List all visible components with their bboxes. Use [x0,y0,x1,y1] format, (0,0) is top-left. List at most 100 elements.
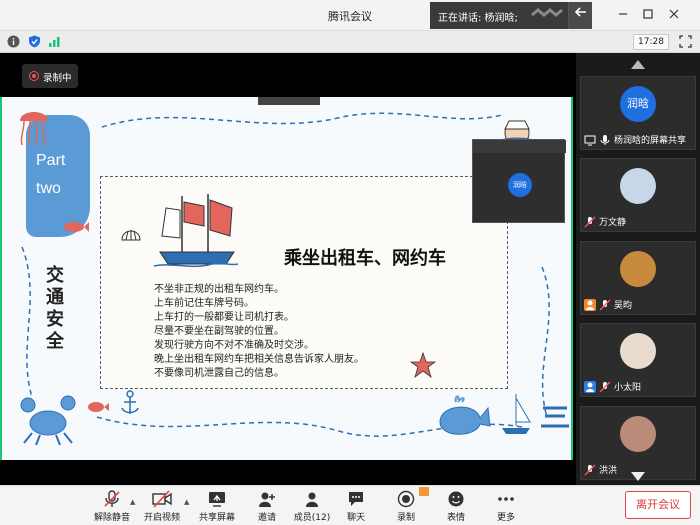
collapse-speaker-button[interactable] [568,2,592,29]
pip-header [473,140,566,153]
leave-meeting-button[interactable]: 离开会议 [625,491,691,519]
info-icon[interactable] [7,35,20,48]
voice-wave-icon [531,8,563,17]
sailboat-illustration [153,194,238,268]
participant-avatar [620,333,656,369]
slide-line: 不坐非正规的出租车网约车。 [154,284,284,295]
participant-avatar: 润晗 [620,86,656,122]
microphone-icon [600,134,610,145]
members-icon [306,492,318,507]
camera-off-icon [152,490,172,508]
participant-name: 小太阳 [614,383,642,393]
seashell-icon [121,230,141,241]
title-bar: 腾讯会议 正在讲话: 杨润晗; [0,0,700,31]
participant-name: 万文静 [599,218,627,228]
slide-line: 尽量不要坐在副驾驶的位置。 [154,326,284,337]
invite-label: 邀请 [257,513,276,523]
unmute-label: 解除静音 [93,513,130,523]
record-label: 录制 [396,513,415,523]
speaker-text: 正在讲话: 杨润晗; [438,13,518,24]
vertical-section-title: 交通安全 [46,265,64,352]
close-button[interactable] [669,9,679,19]
video-options-caret-icon[interactable]: ▲ [184,498,189,506]
signal-strength-icon[interactable] [48,35,61,48]
microphone-muted-icon [599,380,611,393]
participant-caption: 小太阳 [584,380,641,393]
participant-caption: 万文静 [584,215,626,228]
participant-name: 吴昀 [614,301,633,311]
fullscreen-icon[interactable] [679,35,692,48]
unmute-button[interactable]: 解除静音 [85,490,139,523]
slide-line: 不要像司机泄露自己的信息。 [154,368,284,379]
participant-avatar [620,251,656,287]
participant-tile[interactable]: 洪洪 [580,406,696,480]
reactions-label: 表情 [446,513,465,523]
record-active-badge [419,487,429,496]
microphone-muted-icon [599,298,611,311]
participant-caption: 洪洪 [584,463,617,476]
part-label-line1: Part [36,152,66,169]
more-label: 更多 [496,513,515,523]
meeting-toolbar: 解除静音 ▲ 开启视频 ▲ 共享屏幕 邀请 成员(12) 聊天 录制 表情 更多… [0,485,700,525]
participant-name: 杨润晗的屏幕共享 [614,136,687,146]
share-screen-button[interactable]: 共享屏幕 [190,490,244,523]
jellyfish-icon [20,112,48,146]
participant-tile[interactable]: 吴昀 [580,241,696,315]
screen-share-icon [584,135,596,145]
more-button[interactable]: 更多 [479,490,533,523]
user-badge-icon [584,380,596,393]
start-video-label: 开启视频 [143,513,180,523]
pip-avatar: 润晗 [508,173,532,197]
chat-button[interactable]: 聊天 [329,490,383,523]
whale-illustration [439,395,491,435]
scroll-up-arrow-icon[interactable] [631,60,645,69]
crab-illustration [20,395,76,446]
fish-icon [88,402,109,412]
participant-tile[interactable]: 小太阳 [580,323,696,397]
more-dots-icon [498,497,514,501]
meeting-window: 腾讯会议 正在讲话: 杨润晗; 17:28 录制中 Part two 交通安全 … [0,0,700,525]
user-badge-icon [584,298,596,311]
part-label: Part two [36,147,86,203]
lets-set-sail-text-art [541,406,569,428]
reactions-button[interactable]: 表情 [429,490,483,523]
microphone-muted-icon [584,215,596,228]
maximize-button[interactable] [643,9,653,19]
slide-line: 上车打的一般都要让司机打表。 [154,312,294,323]
participant-avatar [620,168,656,204]
speaker-video-thumbnail[interactable]: 润晗 [472,139,566,223]
participant-caption: 杨润晗的屏幕共享 [584,133,686,146]
slide-line: 上车前记住车牌号码。 [154,298,254,309]
participant-tile[interactable]: 润晗 杨润晗的屏幕共享 [580,76,696,150]
slide-line: 晚上坐出租车网约车把相关信息告诉家人朋友。 [154,354,364,365]
meeting-timer: 17:28 [633,34,669,50]
slide-bullet-list: 不坐非正规的出租车网约车。 上车前记住车牌号码。 上车打的一般都要让司机打表。 … [154,283,364,381]
add-user-icon [259,492,275,507]
microphone-muted-icon [104,490,120,507]
anchor-icon [121,390,139,414]
recording-label: 录制中 [43,73,72,84]
slide-line: 发现行驶方向不对不准确及时交涉。 [154,340,314,351]
smiley-icon [448,491,464,507]
window-title: 腾讯会议 [328,10,372,23]
part-label-line2: two [36,180,61,197]
minimize-button[interactable] [618,9,628,19]
security-shield-icon[interactable] [28,35,41,48]
participant-avatar [620,416,656,452]
slide-heading: 乘坐出租车、网约车 [284,248,446,269]
small-sailboat-icon [502,394,531,434]
back-arrow-icon [574,7,586,17]
recording-indicator[interactable]: 录制中 [22,64,78,88]
record-icon [397,490,415,508]
share-screen-label: 共享屏幕 [198,513,235,523]
record-dot-icon [29,71,39,81]
participant-name: 洪洪 [599,466,618,476]
start-video-button[interactable]: 开启视频 [135,490,189,523]
scroll-down-arrow-icon[interactable] [631,472,645,481]
share-screen-icon [209,492,225,507]
chat-label: 聊天 [346,513,365,523]
starfish-icon [410,352,436,378]
participant-tile[interactable]: 万文静 [580,158,696,232]
fish-icon [64,222,89,232]
shared-screen-area: 录制中 Part two 交通安全 乘坐出租车、网约车 不坐非正规的出租车网约车… [0,53,576,485]
